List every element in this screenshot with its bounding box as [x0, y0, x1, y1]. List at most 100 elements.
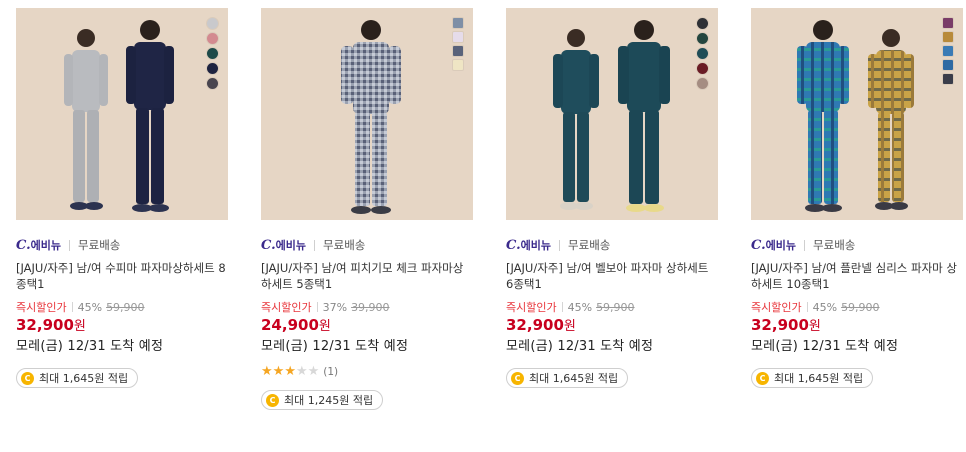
product-image[interactable] [261, 8, 473, 220]
color-swatch [943, 18, 953, 28]
product-image[interactable] [16, 8, 228, 220]
seller-logo[interactable]: C.에비뉴 [506, 237, 551, 253]
product-card[interactable]: C.에비뉴 무료배송 [JAJU/자주] 남/여 플란넬 심리스 파자마 상하세… [751, 8, 963, 388]
arrival-date: 모레(금) 12/31 도착 예정 [506, 339, 654, 354]
color-swatches [943, 18, 953, 84]
color-swatch [207, 33, 218, 44]
star-filled-icon: ★ [272, 364, 285, 379]
product-title[interactable]: [JAJU/자주] 남/여 플란넬 심리스 파자마 상하세트 10종택1 [751, 260, 963, 292]
original-price: 59,900 [106, 300, 145, 314]
points-text: 최대 1,645원 적립 [774, 372, 864, 385]
original-price: 59,900 [841, 300, 880, 314]
seller-row: C.에비뉴 무료배송 [261, 237, 365, 253]
seller-row: C.에비뉴 무료배송 [16, 237, 120, 253]
seller-row: C.에비뉴 무료배송 [506, 237, 610, 253]
color-swatch [697, 33, 708, 44]
sale-price: 32,900원 [16, 316, 86, 334]
divider [69, 239, 71, 251]
points-badge: C 최대 1,645원 적립 [751, 368, 874, 388]
original-price: 59,900 [596, 300, 635, 314]
points-text: 최대 1,645원 적립 [39, 372, 129, 385]
sale-price: 24,900원 [261, 316, 331, 334]
points-badge: C 최대 1,645원 적립 [506, 368, 629, 388]
points-badge: C 최대 1,245원 적립 [261, 390, 384, 410]
discount-label: 즉시할인가 [506, 301, 557, 314]
color-swatches [453, 18, 463, 70]
divider [316, 302, 318, 312]
arrival-date: 모레(금) 12/31 도착 예정 [751, 339, 899, 354]
divider [806, 302, 808, 312]
star-filled-icon: ★ [261, 364, 273, 379]
color-swatch [453, 18, 463, 28]
seller-row: C.에비뉴 무료배송 [751, 237, 855, 253]
color-swatch [697, 48, 708, 59]
color-swatch [697, 78, 708, 89]
discount-rate: 45% [812, 300, 838, 314]
arrival-date: 모레(금) 12/31 도착 예정 [16, 339, 164, 354]
color-swatch [207, 48, 218, 59]
divider [71, 302, 73, 312]
shipping-label: 무료배송 [78, 238, 121, 252]
color-swatches [207, 18, 218, 89]
points-badge: C 최대 1,645원 적립 [16, 368, 139, 388]
color-swatch [697, 18, 708, 29]
sale-price: 32,900원 [506, 316, 576, 334]
color-swatch [453, 32, 463, 42]
shipping-label: 무료배송 [568, 238, 611, 252]
seller-logo[interactable]: C.에비뉴 [261, 237, 306, 253]
color-swatch [207, 63, 218, 74]
discount-rate: 45% [567, 300, 593, 314]
color-swatch [697, 63, 708, 74]
seller-logo[interactable]: C.에비뉴 [751, 237, 796, 253]
color-swatch [943, 46, 953, 56]
points-text: 최대 1,245원 적립 [284, 394, 374, 407]
product-card[interactable]: C.에비뉴 무료배송 [JAJU/자주] 남/여 수피마 파자마상하세트 8종택… [16, 8, 228, 388]
coin-icon: C [511, 371, 524, 385]
color-swatch [943, 32, 953, 42]
review-count: (1) [323, 365, 339, 378]
divider [804, 239, 806, 251]
discount-row: 즉시할인가 45% 59,900 [16, 299, 145, 315]
discount-rate: 45% [77, 300, 103, 314]
product-image[interactable] [751, 8, 963, 220]
product-title[interactable]: [JAJU/자주] 남/여 피치기모 체크 파자마상하세트 5종택1 [261, 260, 473, 292]
original-price: 39,900 [351, 300, 390, 314]
coin-icon: C [266, 393, 279, 407]
shipping-label: 무료배송 [813, 238, 856, 252]
product-card[interactable]: C.에비뉴 무료배송 [JAJU/자주] 남/여 벨보아 파자마 상하세트 6종… [506, 8, 718, 388]
discount-rate: 37% [322, 300, 348, 314]
product-title[interactable]: [JAJU/자주] 남/여 벨보아 파자마 상하세트 6종택1 [506, 260, 718, 292]
star-empty-icon: ★ [307, 364, 320, 379]
product-card[interactable]: C.에비뉴 무료배송 [JAJU/자주] 남/여 피치기모 체크 파자마상하세트… [261, 8, 473, 410]
divider [559, 239, 561, 251]
color-swatch [453, 60, 463, 70]
divider [561, 302, 563, 312]
points-text: 최대 1,645원 적립 [529, 372, 619, 385]
star-empty-icon: ★ [295, 364, 308, 379]
color-swatch [943, 60, 953, 70]
color-swatches [697, 18, 708, 89]
seller-logo[interactable]: C.에비뉴 [16, 237, 61, 253]
color-swatch [453, 46, 463, 56]
product-title[interactable]: [JAJU/자주] 남/여 수피마 파자마상하세트 8종택1 [16, 260, 228, 292]
discount-label: 즉시할인가 [261, 301, 312, 314]
discount-row: 즉시할인가 45% 59,900 [506, 299, 635, 315]
product-grid: C.에비뉴 무료배송 [JAJU/자주] 남/여 수피마 파자마상하세트 8종택… [0, 0, 966, 452]
arrival-date: 모레(금) 12/31 도착 예정 [261, 339, 409, 354]
coin-icon: C [756, 371, 769, 385]
color-swatch [207, 18, 218, 29]
product-image[interactable] [506, 8, 718, 220]
discount-label: 즉시할인가 [16, 301, 67, 314]
star-rating: ★★★★★ [261, 365, 319, 378]
star-filled-icon: ★ [284, 364, 296, 379]
sale-price: 32,900원 [751, 316, 821, 334]
divider [314, 239, 316, 251]
discount-row: 즉시할인가 37% 39,900 [261, 299, 390, 315]
coin-icon: C [21, 371, 34, 385]
rating-row[interactable]: ★★★★★ (1) [261, 365, 338, 378]
color-swatch [943, 74, 953, 84]
discount-row: 즉시할인가 45% 59,900 [751, 299, 880, 315]
discount-label: 즉시할인가 [751, 301, 802, 314]
shipping-label: 무료배송 [323, 238, 366, 252]
color-swatch [207, 78, 218, 89]
